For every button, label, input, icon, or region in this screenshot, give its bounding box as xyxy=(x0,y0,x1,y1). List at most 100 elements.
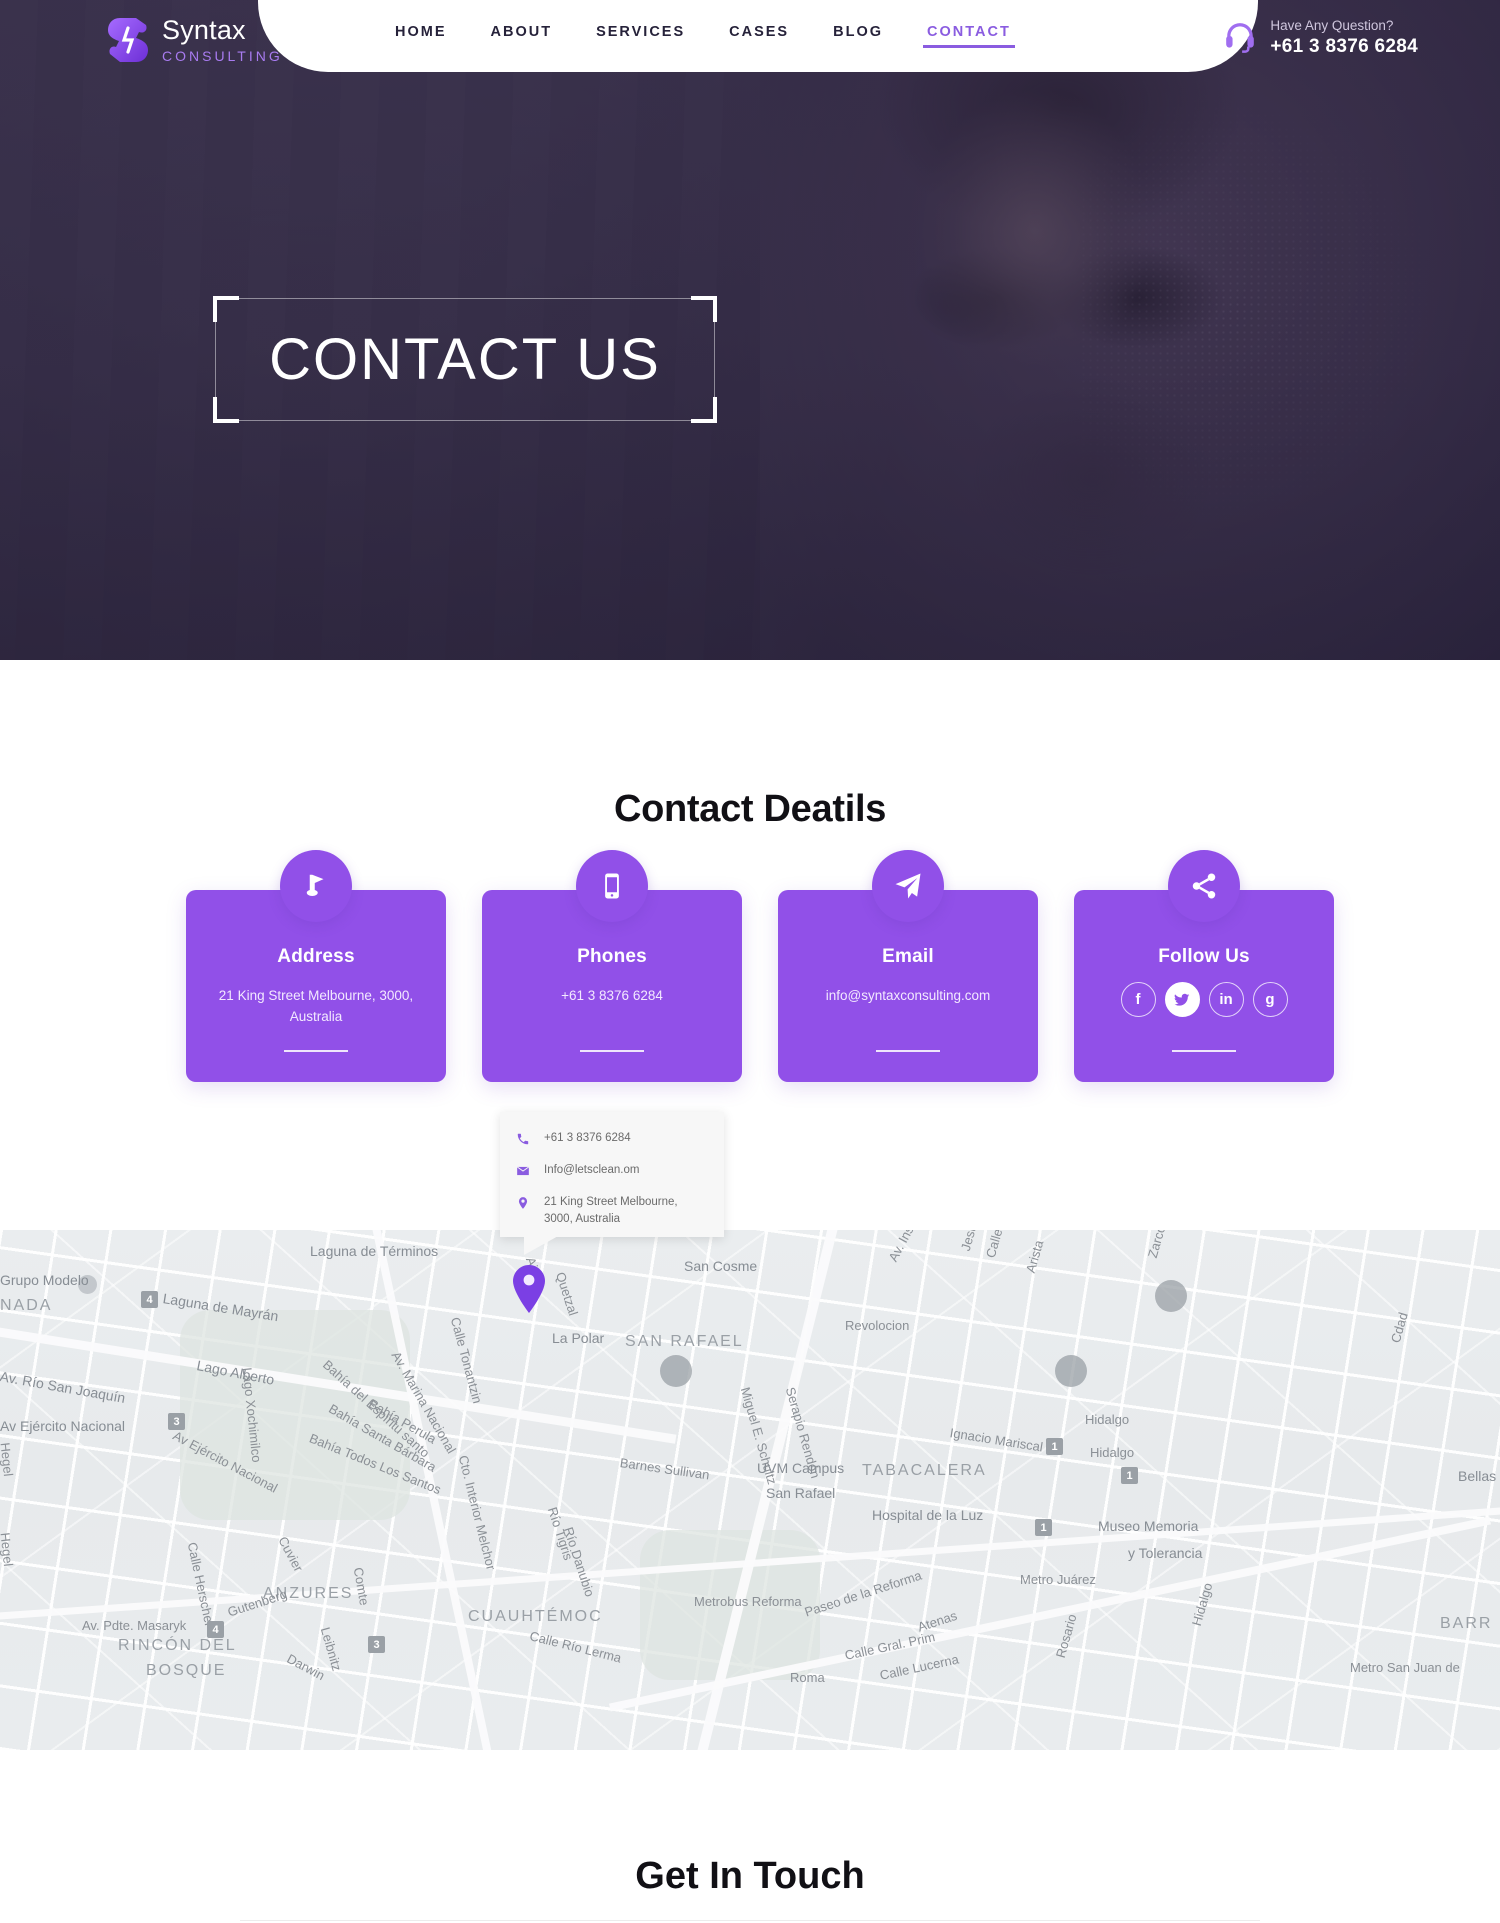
map-label: Av Ejército Nacional xyxy=(0,1418,126,1434)
location-pin-icon xyxy=(518,1196,528,1209)
header-contact-text: Have Any Question? +61 3 8376 6284 xyxy=(1270,18,1418,59)
map-route-badge: 3 xyxy=(168,1413,185,1430)
brand-name: Syntax xyxy=(162,15,246,45)
map-route-badge: 1 xyxy=(1035,1519,1052,1536)
form-divider xyxy=(240,1920,1260,1921)
map-label: SAN RAFAEL xyxy=(625,1333,744,1350)
map-route-badge: 3 xyxy=(368,1636,385,1653)
mobile-icon xyxy=(576,850,648,922)
map-label: Revolocion xyxy=(845,1318,910,1333)
twitter-icon[interactable] xyxy=(1164,982,1200,1017)
nav-item-home[interactable]: HOME xyxy=(395,24,447,62)
hero-banner: CONTACT US xyxy=(0,0,1500,660)
map-poi-icon xyxy=(660,1355,692,1387)
map-label: BARR xyxy=(1440,1615,1493,1632)
bubble-address: 21 King Street Melbourne, 3000, Australia xyxy=(544,1195,678,1226)
card-underline xyxy=(284,1050,348,1052)
nav-item-contact[interactable]: CONTACT xyxy=(923,24,1015,62)
bubble-email: Info@letsclean.om xyxy=(544,1163,640,1176)
map-marker-pin[interactable] xyxy=(512,1265,546,1313)
brand-tagline: CONSULTING xyxy=(162,48,283,64)
map-route-badge: 1 xyxy=(1121,1467,1138,1484)
flag-icon xyxy=(280,850,352,922)
map-poi-icon xyxy=(1055,1355,1087,1387)
card-title: Address xyxy=(277,946,355,967)
map-info-bubble: +61 3 8376 6284 Info@letsclean.om 21 Kin… xyxy=(500,1112,724,1255)
card-text: 21 King Street Melbourne, 3000, Australi… xyxy=(218,988,414,1024)
contact-card-email[interactable]: Email info@syntaxconsulting.com xyxy=(778,850,1038,1082)
map-label: CUAUHTÉMOC xyxy=(468,1608,603,1625)
google-plus-icon[interactable]: g xyxy=(1252,982,1288,1017)
page-title: CONTACT US xyxy=(269,327,661,392)
bubble-phone-row: +61 3 8376 6284 xyxy=(516,1130,708,1148)
header-phone-number[interactable]: +61 3 8376 6284 xyxy=(1270,36,1418,59)
bubble-tail xyxy=(524,1235,560,1255)
brand-logo[interactable]: Syntax CONSULTING xyxy=(106,16,283,64)
map-label: Av. Pdte. Masaryk xyxy=(82,1618,187,1633)
corner-top-right xyxy=(691,296,717,322)
nav-item-blog[interactable]: BLOG xyxy=(833,24,883,62)
main-navigation: HOME ABOUT SERVICES CASES BLOG CONTACT xyxy=(395,24,1015,62)
card-underline xyxy=(876,1050,940,1052)
syntax-s-logo-icon xyxy=(106,16,150,64)
location-map[interactable]: Grupo Modelo NADA Laguna de Términos Laguna… xyxy=(0,1230,1500,1750)
headset-icon xyxy=(1223,21,1257,55)
map-label: Hidalgo xyxy=(1090,1445,1135,1460)
header-contact-block[interactable]: Have Any Question? +61 3 8376 6284 xyxy=(1223,18,1418,59)
get-in-touch-heading: Get In Touch xyxy=(635,1855,865,1897)
linkedin-icon[interactable]: in xyxy=(1208,982,1244,1017)
card-text: info@syntaxconsulting.com xyxy=(825,988,991,1003)
map-label: Bellas xyxy=(1458,1468,1497,1484)
contact-details-heading: Contact Deatils xyxy=(613,788,887,830)
card-title: Email xyxy=(882,946,934,967)
phone-icon xyxy=(517,1133,529,1145)
social-links: f in g xyxy=(1120,982,1288,1017)
map-label: Hospital de la Luz xyxy=(872,1507,984,1523)
map-label: Metro San Juan de xyxy=(1350,1660,1460,1675)
map-label: San Cosme xyxy=(684,1258,758,1274)
facebook-icon[interactable]: f xyxy=(1120,982,1156,1017)
corner-bottom-left xyxy=(213,397,239,423)
bubble-email-row: Info@letsclean.om xyxy=(516,1162,708,1180)
contact-card-follow-us[interactable]: Follow Us f in g xyxy=(1074,850,1334,1082)
map-label: Laguna de Términos xyxy=(310,1243,439,1259)
bubble-address-row: 21 King Street Melbourne, 3000, Australia xyxy=(516,1194,708,1230)
map-route-badge: 4 xyxy=(207,1621,224,1638)
map-label: San Rafael xyxy=(766,1485,836,1501)
nav-item-cases[interactable]: CASES xyxy=(729,24,789,62)
hero-title-box: CONTACT US xyxy=(213,296,717,423)
get-in-touch-section: Get In Touch xyxy=(0,1750,1500,1923)
contact-cards: Address 21 King Street Melbourne, 3000, … xyxy=(186,850,1334,1082)
map-label: Grupo Modelo xyxy=(0,1272,89,1288)
contact-card-phones[interactable]: Phones +61 3 8376 6284 xyxy=(482,850,742,1082)
site-header: Syntax CONSULTING HOME ABOUT SERVICES CA… xyxy=(0,0,1500,78)
map-label: UVM Campus xyxy=(757,1460,845,1476)
map-route-badge: 1 xyxy=(1046,1438,1063,1455)
map-label: Hidalgo xyxy=(1085,1412,1130,1427)
contact-details-section: Contact Deatils Address 21 King Street M… xyxy=(0,660,1500,1230)
brand-text: Syntax CONSULTING xyxy=(162,15,283,64)
map-label: Metro Juárez xyxy=(1020,1572,1096,1587)
map-label: BOSQUE xyxy=(146,1662,227,1679)
card-underline xyxy=(580,1050,644,1052)
card-title: Phones xyxy=(577,946,647,967)
map-label: RINCÓN DEL xyxy=(118,1637,237,1654)
envelope-icon xyxy=(516,1166,530,1175)
nav-item-services[interactable]: SERVICES xyxy=(596,24,685,62)
corner-bottom-right xyxy=(691,397,717,423)
map-label: y Tolerancia xyxy=(1128,1545,1203,1561)
map-label: La Polar xyxy=(552,1330,605,1346)
map-poi-icon xyxy=(1155,1280,1187,1312)
contact-card-address[interactable]: Address 21 King Street Melbourne, 3000, … xyxy=(186,850,446,1082)
map-label: Museo Memoria xyxy=(1098,1518,1199,1534)
map-label: Metrobus Reforma xyxy=(694,1594,802,1609)
card-underline xyxy=(1172,1050,1236,1052)
card-text: +61 3 8376 6284 xyxy=(561,988,663,1003)
have-any-question-label: Have Any Question? xyxy=(1270,18,1394,33)
map-route-badge: 4 xyxy=(141,1291,158,1308)
paper-plane-icon xyxy=(872,850,944,922)
share-icon xyxy=(1168,850,1240,922)
map-label: Roma xyxy=(790,1670,825,1685)
nav-item-about[interactable]: ABOUT xyxy=(491,24,553,62)
map-label: NADA xyxy=(0,1297,53,1314)
